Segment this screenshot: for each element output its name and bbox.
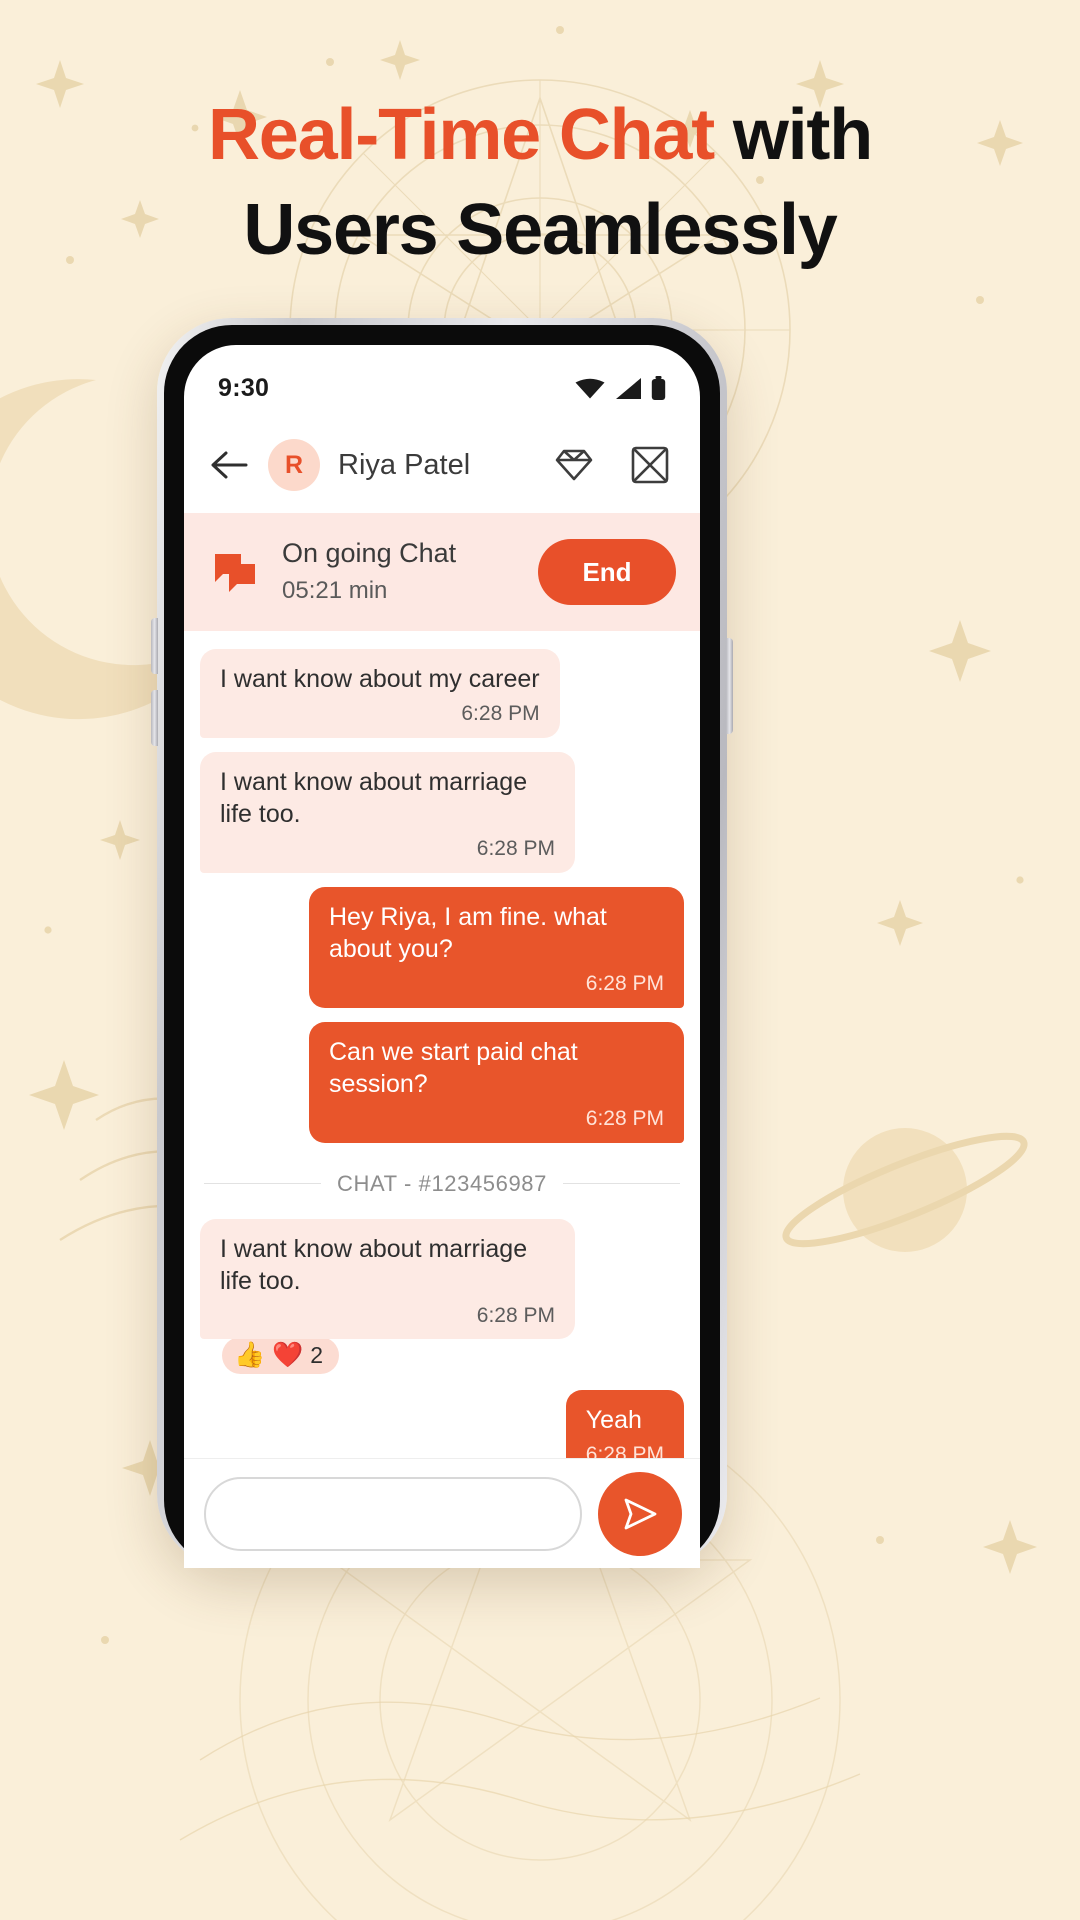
send-icon [624, 1498, 657, 1529]
message-text: I want know about my career [220, 665, 540, 693]
heart-icon: ❤️ [272, 1341, 304, 1370]
message-text: Hey Riya, I am fine. what about you? [329, 902, 607, 963]
diamond-icon[interactable] [550, 441, 598, 489]
message-bubble-outgoing[interactable]: Can we start paid chat session? 6:28 PM [309, 1021, 684, 1143]
ongoing-chat-duration: 05:21 min [282, 576, 388, 604]
volume-down-button[interactable] [151, 690, 158, 746]
back-arrow-icon[interactable] [206, 442, 252, 488]
message-bubble-outgoing[interactable]: Hey Riya, I am fine. what about you? 6:2… [309, 886, 684, 1008]
message-time: 6:28 PM [461, 702, 540, 725]
message-row: I want know about marriage life too. 6:2… [200, 751, 684, 873]
chat-bubble-icon [212, 549, 258, 595]
reaction-pill[interactable]: 👍 ❤️ 2 [222, 1337, 340, 1375]
headline-line1-rest: with [714, 95, 873, 175]
block-icon[interactable] [626, 441, 674, 489]
thumbs-up-icon: 👍 [234, 1341, 266, 1370]
message-row: Hey Riya, I am fine. what about you? 6:2… [200, 886, 684, 1008]
reaction-count: 2 [310, 1342, 324, 1369]
divider-label: CHAT - #123456987 [337, 1170, 547, 1196]
battery-icon [651, 375, 666, 400]
message-bubble-outgoing[interactable]: Yeah 6:28 PM [565, 1390, 684, 1467]
chat-message-list[interactable]: I want know about my career 6:28 PM I wa… [184, 631, 700, 1467]
message-row: Can we start paid chat session? 6:28 PM [200, 1021, 684, 1143]
status-bar: 9:30 [184, 345, 700, 417]
phone-screen: 9:30 R Riya Patel On going Chat 05:21 mi… [184, 345, 700, 1568]
power-button[interactable] [726, 638, 733, 734]
signal-icon [616, 377, 641, 399]
ongoing-chat-banner: On going Chat 05:21 min End [184, 513, 700, 631]
message-row: Yeah 6:28 PM [200, 1390, 684, 1467]
ongoing-chat-title: On going Chat [282, 537, 457, 568]
contact-name: Riya Patel [338, 448, 471, 481]
headline-line2: Users Seamlessly [243, 190, 837, 271]
divider-line-right [562, 1183, 680, 1184]
end-chat-button[interactable]: End [538, 539, 676, 605]
reaction-row: 👍 ❤️ 2 [222, 1337, 684, 1375]
message-bubble-incoming[interactable]: I want know about my career 6:28 PM [200, 649, 560, 738]
message-text: I want know about marriage life too. [220, 1234, 528, 1295]
message-row: I want know about marriage life too. 6:2… [200, 1218, 684, 1340]
message-input[interactable] [204, 1476, 582, 1551]
message-text: I want know about marriage life too. [220, 767, 528, 828]
message-input-bar [184, 1458, 700, 1568]
message-time: 6:28 PM [585, 1106, 664, 1130]
volume-up-button[interactable] [151, 618, 158, 674]
message-row: I want know about my career 6:28 PM [200, 649, 684, 738]
message-time: 6:28 PM [585, 971, 664, 995]
status-time: 9:30 [218, 373, 270, 402]
ongoing-chat-text: On going Chat 05:21 min [282, 537, 538, 607]
chat-session-divider: CHAT - #123456987 [204, 1171, 680, 1197]
message-bubble-incoming[interactable]: I want know about marriage life too. 6:2… [200, 751, 575, 873]
phone-mockup: 9:30 R Riya Patel On going Chat 05:21 mi… [151, 318, 733, 1568]
status-icons [575, 375, 666, 401]
avatar[interactable]: R [268, 439, 320, 491]
send-button[interactable] [598, 1471, 682, 1556]
message-time: 6:28 PM [476, 836, 555, 860]
message-time: 6:28 PM [476, 1303, 555, 1327]
chat-header: R Riya Patel [184, 417, 700, 513]
message-bubble-incoming[interactable]: I want know about marriage life too. 6:2… [200, 1218, 575, 1340]
page-headline: Real-Time Chat with Users Seamlessly [0, 88, 1080, 278]
wifi-icon [575, 378, 605, 398]
message-text: Can we start paid chat session? [329, 1037, 578, 1098]
headline-accent: Real-Time Chat [208, 95, 715, 175]
message-text: Yeah [585, 1406, 642, 1435]
phone-bezel: 9:30 R Riya Patel On going Chat 05:21 mi… [164, 325, 720, 1568]
avatar-initial: R [284, 450, 304, 479]
divider-line-left [204, 1183, 322, 1184]
